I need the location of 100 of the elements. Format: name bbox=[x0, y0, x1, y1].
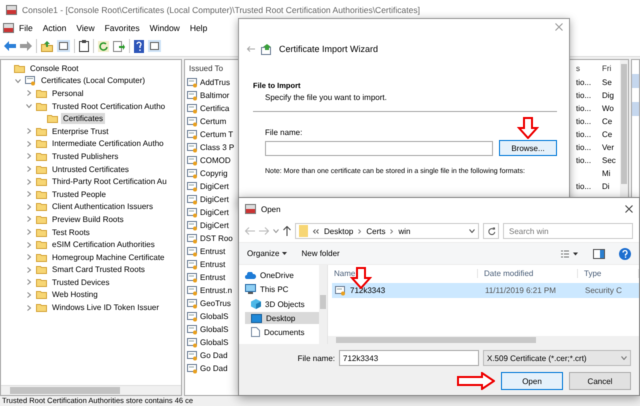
folder-icon bbox=[36, 139, 47, 148]
help-icon[interactable] bbox=[134, 40, 144, 52]
folder-icon bbox=[14, 64, 25, 73]
back-icon[interactable] bbox=[247, 46, 255, 52]
file-name-field[interactable]: 712k3343 bbox=[339, 350, 479, 366]
certificate-icon bbox=[187, 364, 198, 374]
tree-item[interactable]: Client Authentication Issuers bbox=[50, 201, 155, 212]
tree-item[interactable]: Console Root bbox=[28, 62, 80, 74]
tree-item[interactable]: Trusted People bbox=[50, 188, 108, 200]
new-folder-button[interactable]: New folder bbox=[301, 249, 340, 258]
menu-item[interactable]: Help bbox=[184, 23, 212, 33]
chevron-icon[interactable] bbox=[358, 228, 362, 234]
tree-item[interactable]: Untrusted Certificates bbox=[50, 164, 131, 175]
folder-icon bbox=[36, 126, 47, 136]
clipboard-icon[interactable] bbox=[79, 40, 89, 52]
forward-icon[interactable] bbox=[259, 227, 269, 235]
table-cell: Ver bbox=[602, 143, 614, 152]
table-cell: DigiCert bbox=[200, 208, 229, 217]
table-cell: Entrust bbox=[200, 273, 226, 282]
file-name-field[interactable] bbox=[265, 140, 493, 156]
column-header[interactable]: s bbox=[576, 64, 602, 72]
tree-item[interactable]: Web Hosting bbox=[50, 289, 100, 300]
search-field[interactable]: Search win bbox=[503, 223, 633, 239]
menu-item[interactable]: Favorites bbox=[100, 23, 145, 33]
tree-item[interactable]: Intermediate Certification Autho bbox=[50, 138, 166, 150]
browse-button[interactable]: Browse... bbox=[499, 140, 557, 156]
table-cell: Entrust.n bbox=[200, 286, 232, 295]
refresh-button[interactable] bbox=[483, 223, 499, 239]
document-icon bbox=[251, 327, 260, 337]
tree-item[interactable]: Third-Party Root Certification Au bbox=[50, 176, 169, 188]
breadcrumb-item[interactable]: Desktop bbox=[324, 226, 354, 236]
folder-up-icon[interactable] bbox=[41, 40, 53, 52]
table-cell: Ce bbox=[602, 130, 612, 139]
tree-item[interactable]: Homegroup Machine Certificate bbox=[50, 252, 166, 263]
back-icon[interactable] bbox=[245, 227, 255, 235]
console-app-icon[interactable] bbox=[3, 23, 14, 33]
file-type-dropdown[interactable]: X.509 Certificate (*.cer;*.crt) bbox=[483, 350, 631, 366]
column-header[interactable]: Date modified bbox=[478, 268, 578, 278]
table-cell: Copyrig bbox=[200, 169, 228, 178]
menu-item[interactable]: Window bbox=[144, 23, 185, 33]
table-cell: tio... bbox=[576, 143, 592, 152]
view-options-icon[interactable] bbox=[561, 250, 579, 258]
folder-icon bbox=[36, 252, 47, 262]
certificate-icon bbox=[187, 272, 198, 282]
chevron-icon[interactable] bbox=[390, 228, 394, 234]
tree-item[interactable]: Smart Card Trusted Roots bbox=[50, 264, 147, 276]
table-cell: Certum T bbox=[200, 130, 234, 139]
column-header[interactable]: Issued To bbox=[185, 64, 235, 72]
tree-item[interactable]: Trusted Publishers bbox=[50, 150, 120, 162]
column-header[interactable]: Fri bbox=[602, 64, 620, 72]
folder-icon bbox=[47, 114, 58, 124]
folder-icon bbox=[36, 102, 47, 111]
nav-item[interactable]: OneDrive bbox=[239, 269, 319, 281]
file-row[interactable]: 712k3343 11/11/2019 6:21 PM Security C bbox=[332, 283, 639, 298]
tree-item[interactable]: eSIM Certification Authorities bbox=[50, 239, 157, 250]
preview-pane-icon[interactable] bbox=[593, 248, 605, 258]
tree-item[interactable]: Trusted Root Certification Autho bbox=[50, 100, 168, 112]
double-chevron-icon[interactable] bbox=[313, 228, 319, 234]
pane-icon[interactable] bbox=[57, 40, 70, 52]
breadcrumb-item[interactable]: win bbox=[398, 226, 410, 236]
back-icon[interactable] bbox=[4, 41, 16, 51]
horizontal-scrollbar[interactable] bbox=[328, 336, 639, 344]
tree-item[interactable]: Test Roots bbox=[50, 226, 92, 238]
dialog-button[interactable]: Open bbox=[501, 372, 563, 390]
tree-item[interactable]: Preview Build Roots bbox=[50, 214, 126, 225]
tree-item[interactable]: Certificates bbox=[61, 113, 106, 124]
column-header[interactable]: Type bbox=[578, 268, 639, 278]
menu-item[interactable]: File bbox=[14, 23, 38, 33]
horizontal-scrollbar[interactable] bbox=[1, 385, 181, 395]
export-icon[interactable] bbox=[113, 40, 125, 52]
pane-icon[interactable] bbox=[148, 40, 161, 52]
close-icon[interactable] bbox=[625, 205, 633, 213]
table-cell: Baltimor bbox=[200, 91, 230, 100]
menu-item[interactable]: Action bbox=[38, 23, 72, 33]
address-bar[interactable]: Desktop Certs win bbox=[295, 223, 479, 239]
certificate-icon bbox=[187, 298, 198, 308]
nav-item[interactable]: Documents bbox=[245, 326, 319, 338]
monitor-icon bbox=[245, 284, 256, 294]
menu-item[interactable]: View bbox=[71, 23, 100, 33]
refresh-icon[interactable] bbox=[98, 40, 109, 52]
up-arrow-icon[interactable] bbox=[283, 226, 291, 236]
table-cell: Dig bbox=[602, 91, 614, 100]
help-icon[interactable] bbox=[619, 248, 631, 260]
caret-icon bbox=[282, 252, 288, 255]
folder-icon bbox=[36, 202, 47, 212]
dialog-button[interactable]: Cancel bbox=[569, 372, 631, 390]
tree-item[interactable]: Personal bbox=[50, 88, 86, 99]
tree-item[interactable]: Windows Live ID Token Issuer bbox=[50, 302, 162, 314]
tree-item[interactable]: Enterprise Trust bbox=[50, 126, 110, 137]
right-arrow-annotation bbox=[457, 372, 495, 390]
tree-item[interactable]: Trusted Devices bbox=[50, 276, 112, 288]
organize-button[interactable]: Organize bbox=[247, 249, 288, 258]
nav-item[interactable]: 3D Objects bbox=[245, 298, 319, 310]
caret-icon[interactable] bbox=[469, 229, 475, 233]
vertical-scrollbar[interactable] bbox=[319, 265, 327, 344]
nav-item[interactable]: This PC bbox=[239, 283, 319, 295]
forward-icon[interactable] bbox=[20, 41, 32, 51]
tree-item[interactable]: Certificates (Local Computer) bbox=[39, 75, 148, 86]
nav-item[interactable]: Desktop bbox=[245, 312, 319, 324]
breadcrumb-item[interactable]: Certs bbox=[366, 226, 386, 236]
